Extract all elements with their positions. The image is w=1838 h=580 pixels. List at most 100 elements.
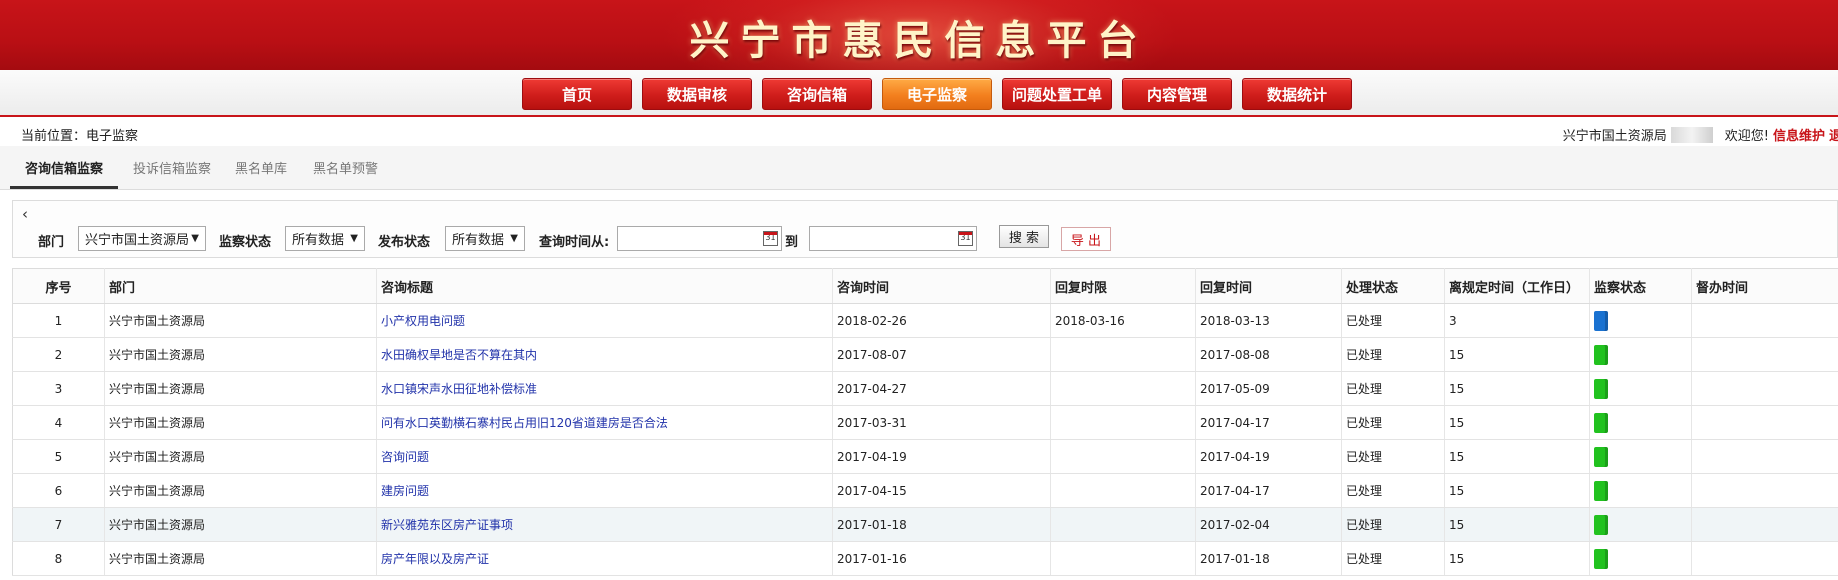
row-number: 1 [12,303,105,338]
row-dept: 兴宁市国土资源局 [104,303,377,338]
col-header-title[interactable]: 咨询标题 [376,268,833,304]
row-dept: 兴宁市国土资源局 [104,371,377,406]
publish-status-select[interactable]: 所有数据 ▼ [445,226,525,251]
row-title: 水田确权旱地是否不算在其内 [376,337,833,372]
table-row[interactable]: 1 兴宁市国土资源局 小产权用电问题 2018-02-26 2018-03-16 2018… [12,303,1838,338]
search-button[interactable]: 搜 索 [999,225,1049,248]
table-row[interactable]: 8 兴宁市国土资源局 房产年限以及房产证 2017-01-16 2017-01-18 已处… [12,541,1838,576]
consult-title-link[interactable]: 水田确权旱地是否不算在其内 [381,348,537,362]
chevron-down-icon: ▼ [350,233,358,244]
row-ask-time: 2017-03-31 [832,405,1051,440]
row-title: 水口镇宋声水田征地补偿标准 [376,371,833,406]
table-row[interactable]: 2 兴宁市国土资源局 水田确权旱地是否不算在其内 2017-08-07 2017-08-… [12,337,1838,372]
col-header-ask-time[interactable]: 咨询时间 [832,268,1051,304]
location-bar: 当前位置：电子监察 兴宁市国土资源局 欢迎您! 信息维护 退 [0,119,1838,146]
col-header-deadline[interactable]: 回复时限 [1050,268,1196,304]
tab-blacklist[interactable]: 黑名单库 [235,158,287,177]
monitor-status-label: 监察状态 [219,235,272,250]
col-header-dept[interactable]: 部门 [104,268,377,304]
nav-content-manage-button[interactable]: 内容管理 [1122,78,1232,110]
row-number: 5 [12,439,105,474]
row-monitor [1589,303,1692,338]
row-remaining: 15 [1444,507,1590,542]
row-supervise [1691,473,1838,508]
row-dept: 兴宁市国土资源局 [104,541,377,576]
table-body: 1 兴宁市国土资源局 小产权用电问题 2018-02-26 2018-03-16 2018… [12,303,1838,576]
department-select-value: 兴宁市国土资源局 [85,233,190,248]
table-row[interactable]: 5 兴宁市国土资源局 咨询问题 2017-04-19 2017-04-19 已处理 15 [12,439,1838,474]
monitor-status-icon [1594,446,1608,467]
table-row[interactable]: 6 兴宁市国土资源局 建房问题 2017-04-15 2017-04-17 已处理 15 [12,473,1838,508]
department-select[interactable]: 兴宁市国土资源局 ▼ [78,226,206,251]
col-header-monitor[interactable]: 监察状态 [1589,268,1692,304]
row-number: 8 [12,541,105,576]
nav-e-supervision-button[interactable]: 电子监察 [882,78,992,110]
publish-status-label: 发布状态 [378,235,431,250]
table-row[interactable]: 3 兴宁市国土资源局 水口镇宋声水田征地补偿标准 2017-04-27 2017-05-… [12,371,1838,406]
header-banner: 兴宁市惠民信息平台 [0,0,1838,70]
chevron-down-icon: ▼ [191,233,199,244]
row-ask-time: 2017-04-15 [832,473,1051,508]
consult-title-link[interactable]: 房产年限以及房产证 [381,552,489,566]
row-deadline [1050,439,1196,474]
sub-tabs: 咨询信箱监察 投诉信箱监察 黑名单库 黑名单预警 [0,146,1838,190]
info-maintain-link[interactable]: 信息维护 [1773,125,1825,144]
col-header-no[interactable]: 序号 [12,268,105,304]
row-ask-time: 2017-08-07 [832,337,1051,372]
row-remaining: 15 [1444,541,1590,576]
row-reply-time: 2017-04-17 [1195,473,1342,508]
tab-consult-monitor[interactable]: 咨询信箱监察 [25,158,103,177]
col-header-remaining[interactable]: 离规定时间（工作日） [1444,268,1590,304]
user-info: 兴宁市国土资源局 欢迎您! 信息维护 退 [1563,125,1838,144]
tab-complaint-monitor[interactable]: 投诉信箱监察 [133,158,211,177]
nav-consult-mailbox-button[interactable]: 咨询信箱 [762,78,872,110]
col-header-supervise[interactable]: 督办时间 [1691,268,1838,304]
row-monitor [1589,337,1692,372]
row-deadline [1050,541,1196,576]
table-header-row: 序号 部门 咨询标题 咨询时间 回复时限 回复时间 处理状态 离规定时间（工作日… [12,268,1838,304]
back-arrow-icon[interactable]: ‹ [22,205,28,223]
row-supervise [1691,405,1838,440]
row-number: 2 [12,337,105,372]
row-title: 咨询问题 [376,439,833,474]
nav-data-review-button[interactable]: 数据审核 [642,78,752,110]
nav-data-stats-button[interactable]: 数据统计 [1242,78,1352,110]
row-ask-time: 2018-02-26 [832,303,1051,338]
publish-status-value: 所有数据 [452,233,505,248]
row-title: 新兴雅苑东区房产证事项 [376,507,833,542]
tab-blacklist-warning[interactable]: 黑名单预警 [313,158,378,177]
table-row[interactable]: 4 兴宁市国土资源局 问有水口英勤横石寨村民占用旧120省道建房是否合法 2017-0… [12,405,1838,440]
consult-title-link[interactable]: 水口镇宋声水田征地补偿标准 [381,382,537,396]
row-dept: 兴宁市国土资源局 [104,405,377,440]
consult-title-link[interactable]: 建房问题 [381,484,429,498]
nav-issue-workorder-button[interactable]: 问题处置工单 [1002,78,1112,110]
export-button[interactable]: 导 出 [1061,227,1111,251]
start-date-input[interactable]: 31 [617,226,782,251]
row-reply-time: 2017-01-18 [1195,541,1342,576]
monitor-status-select[interactable]: 所有数据 ▼ [285,226,365,251]
row-title: 小产权用电问题 [376,303,833,338]
row-dept: 兴宁市国土资源局 [104,507,377,542]
col-header-reply-time[interactable]: 回复时间 [1195,268,1342,304]
consult-title-link[interactable]: 咨询问题 [381,450,429,464]
consult-title-link[interactable]: 新兴雅苑东区房产证事项 [381,518,513,532]
end-date-input[interactable]: 31 [809,226,977,251]
consult-title-link[interactable]: 问有水口英勤横石寨村民占用旧120省道建房是否合法 [381,416,668,430]
logout-link[interactable]: 退 [1829,125,1838,144]
nav-home-button[interactable]: 首页 [522,78,632,110]
consult-title-link[interactable]: 小产权用电问题 [381,314,465,328]
col-header-status[interactable]: 处理状态 [1341,268,1445,304]
calendar-icon[interactable]: 31 [763,231,778,246]
table-row[interactable]: 7 兴宁市国土资源局 新兴雅苑东区房产证事项 2017-01-18 2017-02-04… [12,507,1838,542]
nav-button-group: 首页 数据审核 咨询信箱 电子监察 问题处置工单 内容管理 数据统计 [522,78,1352,110]
row-supervise [1691,371,1838,406]
time-from-label: 查询时间从: [539,235,610,250]
row-remaining: 15 [1444,439,1590,474]
time-to-label: 到 [785,235,799,250]
row-remaining: 15 [1444,405,1590,440]
row-remaining: 15 [1444,337,1590,372]
calendar-icon[interactable]: 31 [958,231,973,246]
filter-panel: ‹ 部门 兴宁市国土资源局 ▼ 监察状态 所有数据 ▼ 发布状态 所有数据 ▼ … [12,200,1838,258]
row-reply-time: 2017-04-19 [1195,439,1342,474]
row-deadline [1050,371,1196,406]
